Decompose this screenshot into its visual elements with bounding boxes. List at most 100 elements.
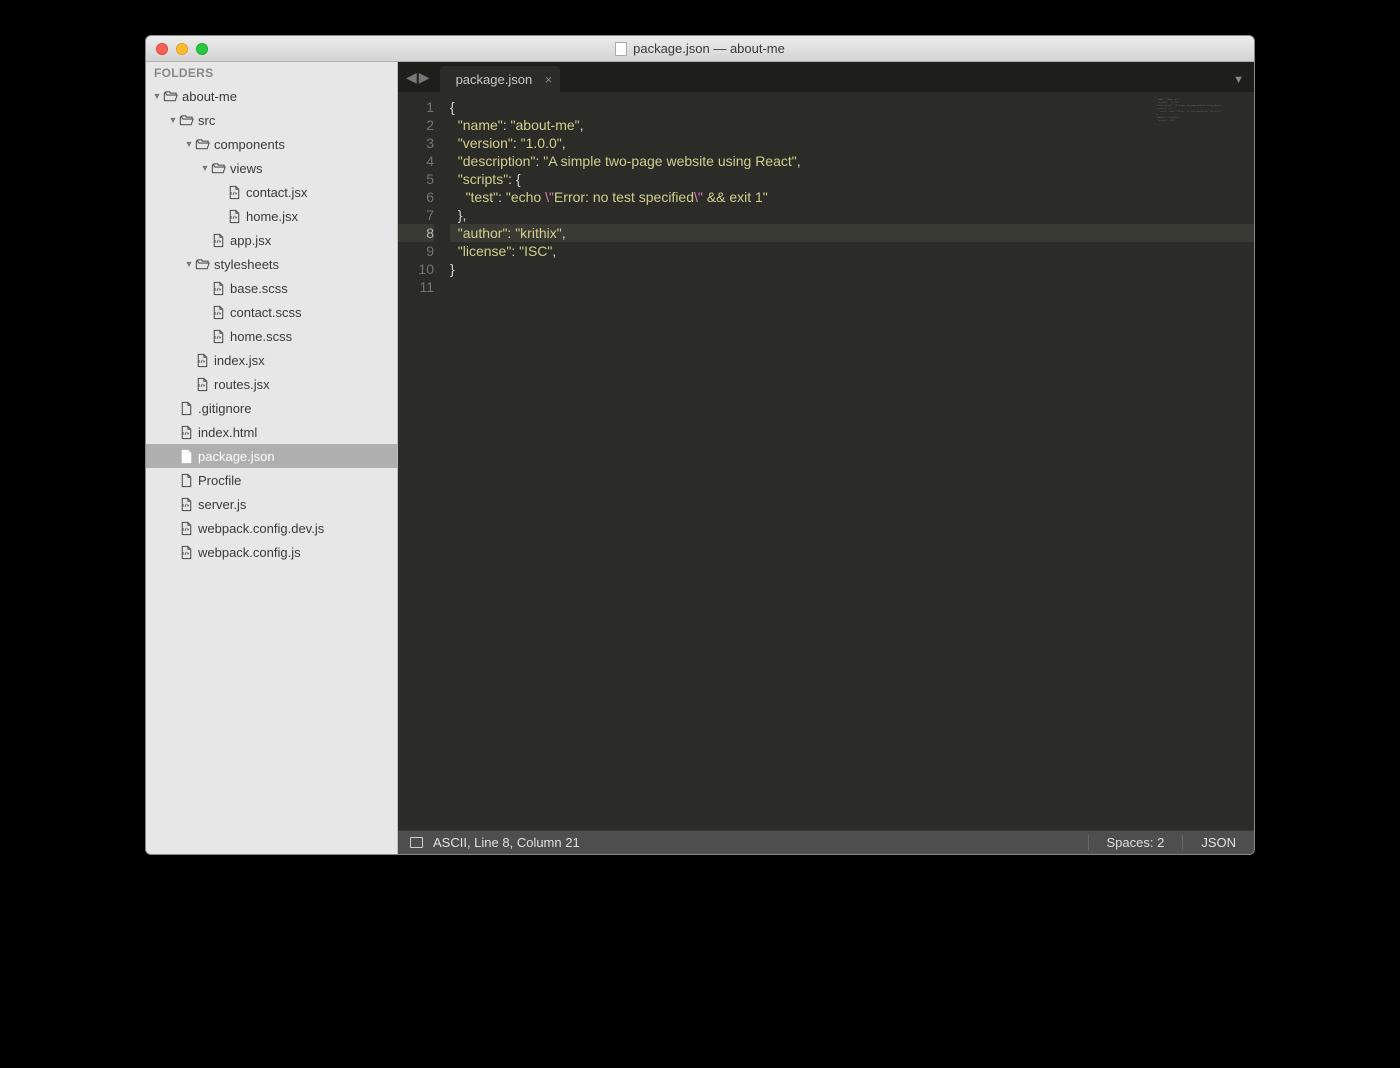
tree-item-label: webpack.config.dev.js [198,521,324,536]
file-icon [178,496,194,512]
editor-pane: ◀ ▶ package.json × ▼ 1234567891011 { "na… [398,62,1254,854]
status-left[interactable]: ASCII, Line 8, Column 21 [398,835,580,850]
tree-file[interactable]: base.scss [146,276,397,300]
folder-icon [162,88,178,104]
disclosure-triangle-icon[interactable]: ▼ [200,163,210,173]
code-line[interactable]: { [450,98,1254,116]
tree-folder[interactable]: ▼ about-me [146,84,397,108]
tree-folder[interactable]: ▼ stylesheets [146,252,397,276]
gutter-line-number: 4 [398,152,434,170]
status-cursor: ASCII, Line 8, Column 21 [433,835,580,850]
code-line[interactable]: "scripts": { [450,170,1254,188]
tree-file[interactable]: home.jsx [146,204,397,228]
tree-item-label: home.scss [230,329,292,344]
tree-item-label: about-me [182,89,237,104]
tree-item-label: home.jsx [246,209,298,224]
disclosure-triangle-icon[interactable]: ▼ [168,115,178,125]
tree-item-label: contact.jsx [246,185,307,200]
code-line[interactable]: }, [450,206,1254,224]
status-syntax[interactable]: JSON [1182,835,1254,850]
window-body: FOLDERS ▼ about-me ▼ src ▼components▼views co… [146,62,1254,854]
sidebar: FOLDERS ▼ about-me ▼ src ▼components▼views co… [146,62,398,854]
tree-file[interactable]: routes.jsx [146,372,397,396]
tab-overflow-icon[interactable]: ▼ [1233,74,1244,86]
window-title-text: package.json — about-me [633,41,785,56]
file-icon [178,400,194,416]
file-icon [210,232,226,248]
code-area[interactable]: 1234567891011 { "name": "about-me", "ver… [398,92,1254,830]
close-window-button[interactable] [156,43,168,55]
tree-item-label: Procfile [198,473,241,488]
file-icon [210,304,226,320]
tree-item-label: package.json [198,449,275,464]
document-icon [615,42,627,56]
tree-folder[interactable]: ▼components [146,132,397,156]
status-indent[interactable]: Spaces: 2 [1088,835,1183,850]
code-line[interactable]: } [450,260,1254,278]
file-icon [178,448,194,464]
gutter-line-number: 5 [398,170,434,188]
file-icon [178,472,194,488]
tab-label: package.json [456,72,533,87]
disclosure-triangle-icon[interactable]: ▼ [184,139,194,149]
tree-folder[interactable]: ▼views [146,156,397,180]
tree-file[interactable]: index.jsx [146,348,397,372]
tree-file[interactable]: webpack.config.dev.js [146,516,397,540]
tab-active[interactable]: package.json × [440,66,561,92]
tree-file[interactable]: home.scss [146,324,397,348]
tree-item-label: contact.scss [230,305,302,320]
code-line[interactable] [450,278,1254,296]
nav-forward-icon[interactable]: ▶ [419,69,430,86]
tab-history-nav: ◀ ▶ [404,69,436,92]
tree-file[interactable]: contact.scss [146,300,397,324]
tree-file[interactable]: server.js [146,492,397,516]
code-line[interactable]: "name": "about-me", [450,116,1254,134]
folder-icon [194,136,210,152]
tree-item-label: index.jsx [214,353,265,368]
minimap[interactable]: { "name": "about-me", "version": "1.0.0"… [1154,96,1250,160]
code-content[interactable]: { "name": "about-me", "version": "1.0.0"… [444,92,1254,830]
tree-item-label: src [198,113,215,128]
tree-file[interactable]: app.jsx [146,228,397,252]
file-icon [178,544,194,560]
file-icon [194,376,210,392]
code-line[interactable]: "version": "1.0.0", [450,134,1254,152]
window-controls [156,43,208,55]
panel-toggle-icon[interactable] [410,837,423,848]
tree-file[interactable]: index.html [146,420,397,444]
file-icon [210,328,226,344]
file-icon [178,520,194,536]
tree-file[interactable]: .gitignore [146,396,397,420]
window-title: package.json — about-me [146,41,1254,56]
file-icon [210,280,226,296]
titlebar[interactable]: package.json — about-me [146,36,1254,62]
disclosure-triangle-icon[interactable]: ▼ [184,259,194,269]
nav-back-icon[interactable]: ◀ [406,69,417,86]
gutter-line-number: 10 [398,260,434,278]
sidebar-header: FOLDERS [146,62,397,82]
tree-file[interactable]: package.json [146,444,397,468]
gutter-line-number: 2 [398,116,434,134]
tree-item-label: stylesheets [214,257,279,272]
code-line[interactable]: "license": "ISC", [450,242,1254,260]
app-window: package.json — about-me FOLDERS ▼ about-m… [145,35,1255,855]
tree-file[interactable]: Procfile [146,468,397,492]
close-tab-icon[interactable]: × [545,72,553,87]
tab-bar: ◀ ▶ package.json × ▼ [398,62,1254,92]
tree-item-label: .gitignore [198,401,251,416]
tree-file[interactable]: webpack.config.js [146,540,397,564]
tree-item-label: base.scss [230,281,288,296]
code-line[interactable]: "author": "krithix", [450,224,1254,242]
tree-item-label: server.js [198,497,246,512]
tree-file[interactable]: contact.jsx [146,180,397,204]
file-tree[interactable]: ▼ about-me ▼ src ▼components▼views contact.js… [146,82,397,854]
disclosure-triangle-icon[interactable]: ▼ [152,91,162,101]
minimize-window-button[interactable] [176,43,188,55]
zoom-window-button[interactable] [196,43,208,55]
code-line[interactable]: "test": "echo \"Error: no test specified… [450,188,1254,206]
tree-folder[interactable]: ▼ src [146,108,397,132]
tree-item-label: index.html [198,425,257,440]
gutter-line-number: 8 [398,224,434,242]
folder-icon [178,112,194,128]
code-line[interactable]: "description": "A simple two-page websit… [450,152,1254,170]
